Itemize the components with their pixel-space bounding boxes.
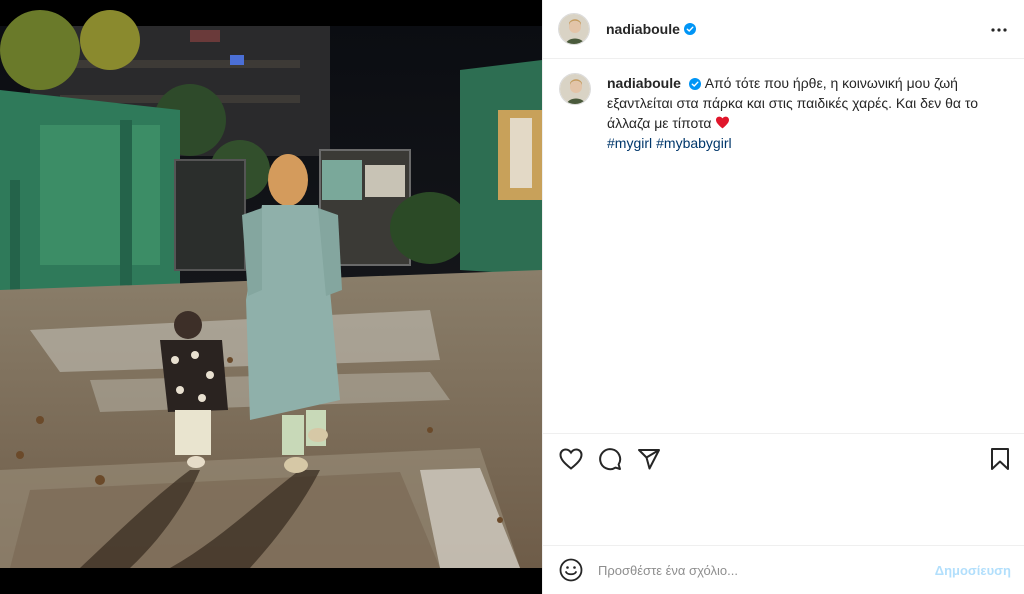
heart-emoji xyxy=(716,116,730,129)
post-image[interactable] xyxy=(0,0,542,594)
post-sidebar: nadiaboule nadiaboule Από τότε που ήρθε,… xyxy=(542,0,1024,594)
hashtag-link[interactable]: #mybabygirl xyxy=(656,135,731,151)
caption-row: nadiaboule Από τότε που ήρθε, η κοινωνικ… xyxy=(559,73,1009,153)
verified-badge-icon xyxy=(683,23,696,35)
username-link[interactable]: nadiaboule xyxy=(606,21,680,37)
more-options-icon[interactable] xyxy=(989,20,1009,40)
caption-username-link[interactable]: nadiaboule xyxy=(607,75,681,91)
comment-button[interactable] xyxy=(597,446,623,472)
post-comment-button[interactable]: Δημοσίευση xyxy=(935,563,1011,578)
verified-badge-icon xyxy=(688,78,701,91)
post-photo xyxy=(0,0,542,594)
caption-section: nadiaboule Από τότε που ήρθε, η κοινωνικ… xyxy=(543,59,1024,433)
action-bar xyxy=(543,433,1024,483)
like-button[interactable] xyxy=(558,446,584,472)
avatar[interactable] xyxy=(558,13,590,45)
hashtag-link[interactable]: #mygirl xyxy=(607,135,652,151)
save-button[interactable] xyxy=(987,446,1013,472)
post-header: nadiaboule xyxy=(543,0,1024,59)
hashtag-list: #mygirl #mybabygirl xyxy=(607,133,1007,153)
caption-avatar[interactable] xyxy=(559,73,591,105)
comment-form: Δημοσίευση xyxy=(543,545,1024,594)
avatar-image xyxy=(560,74,590,104)
comment-input[interactable] xyxy=(598,562,918,578)
bookmark-icon xyxy=(991,448,1009,470)
caption-text: nadiaboule Από τότε που ήρθε, η κοινωνικ… xyxy=(607,73,1007,153)
heart-icon xyxy=(559,448,583,470)
avatar-image xyxy=(559,14,589,44)
comment-icon xyxy=(599,448,622,471)
send-icon xyxy=(638,449,660,470)
smiley-icon xyxy=(559,558,583,582)
emoji-button[interactable] xyxy=(558,557,584,583)
share-button[interactable] xyxy=(636,446,662,472)
